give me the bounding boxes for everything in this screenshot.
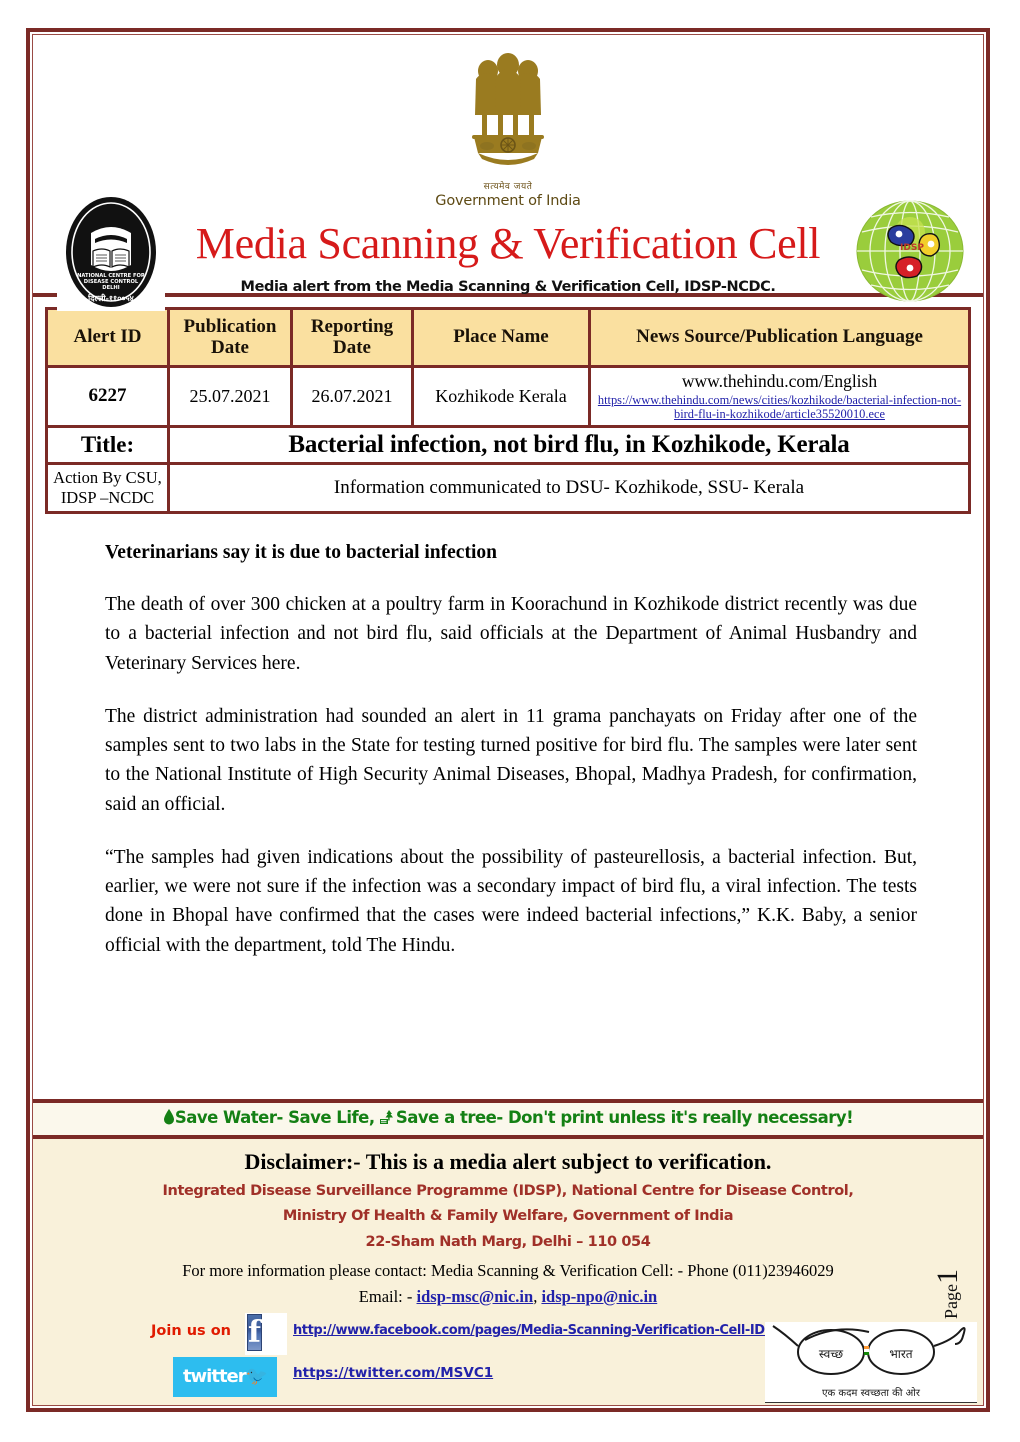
emblem-caption: Government of India [435, 193, 581, 209]
source-name: www.thehindu.com/English [681, 371, 878, 392]
cell-publication-date: 25.07.2021 [167, 365, 293, 428]
meta-table-wrapper: Alert ID Publication Date Reporting Date… [33, 297, 983, 515]
twitter-wordmark: twitter [182, 1366, 247, 1387]
action-label: Action By CSU, IDSP –NCDC [45, 461, 170, 515]
page-footer: Save Water- Save Life, Save a tree- Don'… [33, 1098, 983, 1405]
page-number: Page1 [931, 1269, 965, 1319]
article-paragraph-3: “The samples had given indications about… [105, 846, 917, 956]
email-link-npo[interactable]: idsp-npo@nic.in [541, 1287, 657, 1306]
swachh-tagline: एक कदम स्वच्छता की ओर [822, 1388, 920, 1399]
swachh-left-text: स्वच्छ [819, 1347, 843, 1361]
ashoka-emblem-icon [472, 53, 544, 165]
article-heading: Veterinarians say it is due to bacterial… [105, 542, 497, 564]
org-line-3: 22-Sham Nath Marg, Delhi – 110 054 [365, 1233, 651, 1250]
contact-line: For more information please contact: Med… [182, 1261, 834, 1280]
page-number-value: 1 [931, 1269, 964, 1284]
twitter-url-link[interactable]: https://twitter.com/MSVC1 [293, 1365, 493, 1381]
cell-news-source: www.thehindu.com/English https://www.the… [588, 365, 971, 428]
disclaimer-text: Disclaimer:- This is a media alert subje… [244, 1148, 772, 1174]
page-word: Page [941, 1284, 961, 1319]
footer-body: Disclaimer:- This is a media alert subje… [33, 1139, 983, 1405]
table-row: 6227 25.07.2021 26.07.2021 Kozhikode Ker… [45, 365, 971, 428]
action-value: Information communicated to DSU- Kozhiko… [167, 461, 971, 515]
title-value: Bacterial infection, not bird flu, in Ko… [167, 424, 971, 465]
join-us-label: Join us on [151, 1323, 231, 1339]
org-line-1: Integrated Disease Surveillance Programm… [162, 1182, 854, 1199]
facebook-icon[interactable]: f [245, 1313, 287, 1355]
national-emblem-block: सत्यमेव जयते Government of India [398, 49, 618, 209]
tree-print-icon [379, 1109, 396, 1129]
title-label: Title: [45, 424, 170, 465]
email-link-msc[interactable]: idsp-msc@nic.in [417, 1287, 534, 1306]
col-header-publication-date: Publication Date [167, 306, 293, 369]
masthead: सत्यमेव जयते Government of India NATIONA… [33, 35, 983, 311]
col-header-news-source: News Source/Publication Language [588, 306, 971, 369]
col-header-alert-id: Alert ID [45, 306, 170, 369]
eco-text-part2: Save a tree- Don't print unless it's rea… [395, 1107, 854, 1127]
document-page: सत्यमेव जयते Government of India NATIONA… [26, 28, 990, 1412]
swachh-right-text: भारत [889, 1347, 913, 1361]
cell-place-name: Kozhikode Kerala [411, 365, 591, 428]
col-header-place-name: Place Name [411, 306, 591, 369]
article-paragraph-2: The district administration had sounded … [105, 705, 917, 815]
email-separator: , [533, 1287, 538, 1306]
eco-message: Save Water- Save Life, Save a tree- Don'… [163, 1107, 854, 1129]
twitter-icon[interactable]: twitter🐦 [173, 1357, 277, 1397]
source-url-link[interactable]: https://www.thehindu.com/news/cities/koz… [595, 393, 964, 422]
page-title: Media Scanning & Verification Cell [195, 219, 821, 268]
swachh-bharat-logo: स्वच्छ भारत एक कदम स्वच्छता की ओर [765, 1322, 977, 1403]
action-row: Action By CSU, IDSP –NCDC Information co… [45, 461, 971, 515]
table-header-row: Alert ID Publication Date Reporting Date… [45, 306, 971, 369]
article-paragraph-1: The death of over 300 chicken at a poult… [105, 594, 917, 674]
cell-reporting-date: 26.07.2021 [290, 365, 414, 428]
email-label: Email: - [358, 1287, 413, 1306]
eco-text-part1: Save Water- Save Life, [174, 1107, 375, 1127]
cell-alert-id: 6227 [45, 365, 170, 428]
eco-banner: Save Water- Save Life, Save a tree- Don'… [33, 1102, 983, 1139]
col-header-reporting-date: Reporting Date [290, 306, 414, 369]
alert-meta-table: Alert ID Publication Date Reporting Date… [45, 306, 971, 515]
emblem-motto-hindi: सत्यमेव जयते [483, 182, 533, 192]
page-subtitle: Media alert from the Media Scanning & Ve… [240, 279, 776, 295]
article-body: Veterinarians say it is due to bacterial… [33, 514, 983, 994]
page-inner-border: सत्यमेव जयते Government of India NATIONA… [32, 34, 984, 1406]
email-line: Email: - idsp-msc@nic.in, idsp-npo@nic.i… [33, 1287, 983, 1307]
title-row: Title: Bacterial infection, not bird flu… [45, 424, 971, 465]
water-drop-icon [163, 1108, 175, 1129]
org-line-2: Ministry Of Health & Family Welfare, Gov… [282, 1208, 734, 1225]
